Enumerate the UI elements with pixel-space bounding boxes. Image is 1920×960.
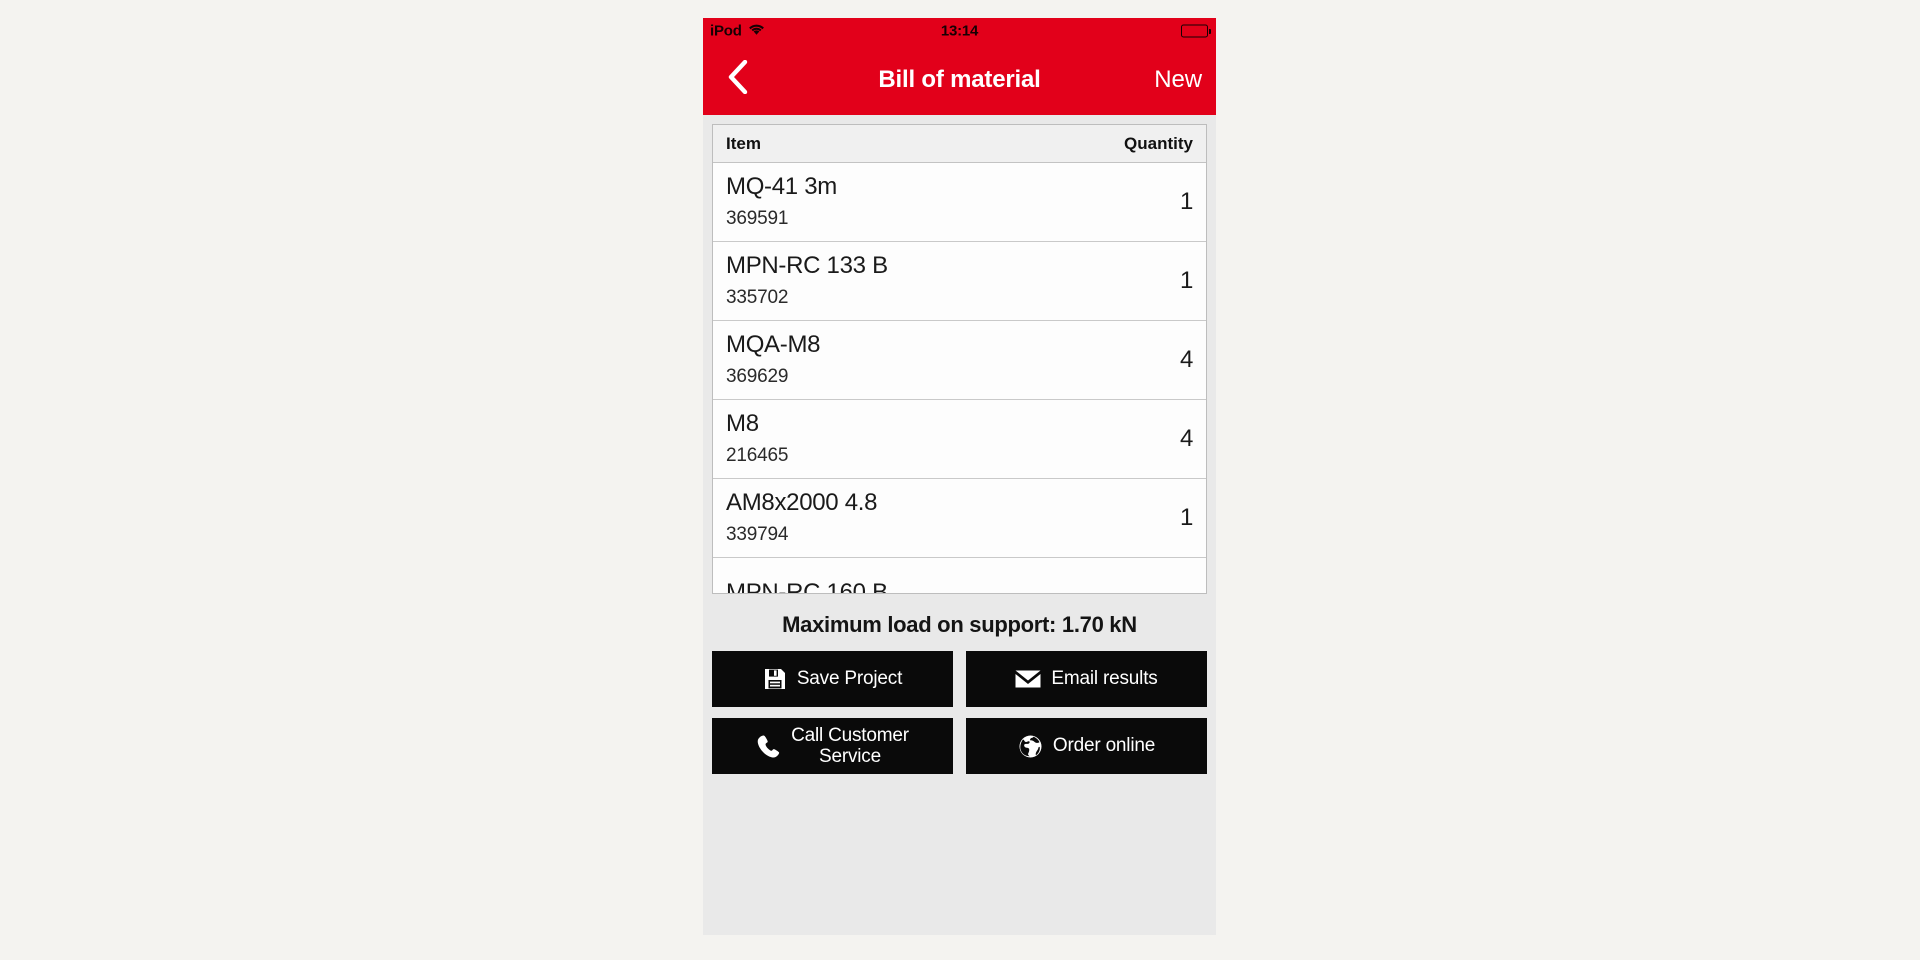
order-online-button[interactable]: Order online — [966, 718, 1207, 774]
item-code: 369629 — [726, 365, 789, 387]
action-row-primary: Save Project Email results — [712, 651, 1207, 707]
row-content: MQA-M8 369629 — [726, 331, 1083, 387]
table-header-row: Item Quantity — [713, 125, 1206, 163]
bill-of-material-table[interactable]: Item Quantity MQ-41 3m 369591 1 MPN-RC 1… — [712, 124, 1207, 594]
column-header-quantity: Quantity — [1124, 133, 1193, 153]
item-quantity: 4 — [1179, 425, 1193, 452]
status-bar: iPod 13:14 — [703, 18, 1216, 44]
battery-cap — [1209, 28, 1211, 34]
item-name: MQ-41 3m — [726, 173, 837, 201]
row-content: MPN-RC 160 B — [726, 579, 1083, 594]
item-code: 216465 — [726, 444, 789, 466]
order-online-label: Order online — [1052, 735, 1156, 757]
clock-label: 13:14 — [940, 22, 979, 40]
table-row[interactable]: M8 216465 4 — [713, 400, 1206, 479]
floppy-disk-icon — [763, 667, 787, 691]
max-load-summary: Maximum load on support: 1.70 kN — [703, 604, 1216, 646]
globe-icon — [1018, 734, 1043, 759]
new-button[interactable]: New — [1154, 44, 1202, 115]
row-content: AM8x2000 4.8 339794 — [726, 489, 1083, 545]
table-row[interactable]: AM8x2000 4.8 339794 1 — [713, 479, 1206, 558]
save-project-button[interactable]: Save Project — [712, 651, 953, 707]
table-row[interactable]: MQA-M8 369629 4 — [713, 321, 1206, 400]
phone-icon — [756, 734, 781, 759]
item-quantity: 1 — [1179, 267, 1193, 294]
item-code: 335702 — [726, 286, 789, 308]
status-bar-right — [1181, 24, 1211, 38]
item-quantity: 4 — [1179, 346, 1193, 373]
navigation-bar: Bill of material New — [703, 44, 1216, 115]
call-customer-service-label: Call Customer Service — [791, 724, 909, 767]
chevron-left-icon — [727, 59, 749, 99]
item-name: MQA-M8 — [726, 331, 821, 359]
row-content: MQ-41 3m 369591 — [726, 173, 1083, 229]
page-title: Bill of material — [878, 65, 1041, 93]
action-row-secondary: Call Customer Service Order online — [712, 718, 1207, 774]
back-button[interactable] — [711, 44, 765, 115]
item-name: MPN-RC 160 B — [726, 579, 888, 594]
item-quantity: 1 — [1179, 188, 1193, 215]
column-header-item: Item — [726, 133, 761, 153]
row-content: MPN-RC 133 B 335702 — [726, 252, 1083, 308]
row-content: M8 216465 — [726, 410, 1083, 466]
table-row[interactable]: MPN-RC 160 B — [713, 558, 1206, 594]
item-quantity: 1 — [1179, 504, 1193, 531]
email-results-label: Email results — [1051, 668, 1158, 690]
item-code: 369591 — [726, 207, 789, 229]
call-customer-service-button[interactable]: Call Customer Service — [712, 718, 953, 774]
envelope-icon — [1015, 669, 1041, 689]
email-results-button[interactable]: Email results — [966, 651, 1207, 707]
save-project-label: Save Project — [796, 668, 903, 690]
app-window: iPod 13:14 Bill of material New Item Qua… — [703, 18, 1216, 935]
action-button-grid: Save Project Email results Call Customer… — [712, 651, 1207, 785]
item-name: MPN-RC 133 B — [726, 252, 888, 280]
item-code: 339794 — [726, 523, 789, 545]
battery-icon — [1181, 24, 1211, 38]
table-row[interactable]: MQ-41 3m 369591 1 — [713, 163, 1206, 242]
item-name: M8 — [726, 410, 759, 438]
content-area: Item Quantity MQ-41 3m 369591 1 MPN-RC 1… — [703, 115, 1216, 935]
table-row[interactable]: MPN-RC 133 B 335702 1 — [713, 242, 1206, 321]
item-name: AM8x2000 4.8 — [726, 489, 878, 517]
